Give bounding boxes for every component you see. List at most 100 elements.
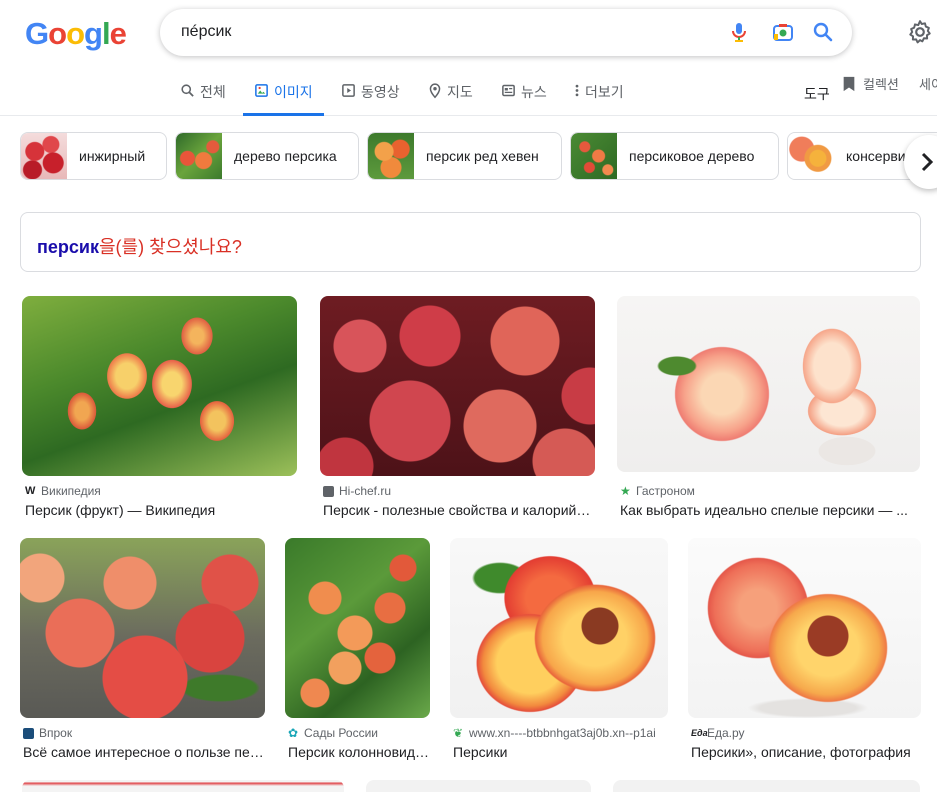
image-result-partial[interactable] xyxy=(613,780,920,792)
tab-bar: 전체 이미지 동영상 지도 뉴스 더보기 xyxy=(0,78,937,116)
image-result[interactable]: ❦ www.xn----btbbnhgat3aj0b.xn--p1ai Перси… xyxy=(450,538,668,768)
result-image[interactable] xyxy=(22,296,297,476)
image-result[interactable]: Впрок Всё самое интересное о пользе перс… xyxy=(20,538,265,768)
did-you-mean-box: персик을(를) 찾으셨나요? xyxy=(20,212,921,272)
result-title[interactable]: Персик - полезные свойства и калорийност… xyxy=(323,502,595,518)
chip-label: инжирный xyxy=(79,148,146,164)
map-pin-icon xyxy=(429,83,441,99)
safesearch-button[interactable]: 세이 xyxy=(919,74,937,93)
related-chip[interactable]: дерево персика xyxy=(175,132,359,180)
result-image[interactable] xyxy=(320,296,595,476)
result-title[interactable]: Всё самое интересное о пользе персиков xyxy=(23,744,265,760)
tab-label: 이미지 xyxy=(274,84,313,100)
image-result[interactable]: Eда Еда.ру Персики», описание, фотография xyxy=(688,538,921,768)
favicon-icon: W xyxy=(25,484,36,497)
result-source[interactable]: Впрок xyxy=(23,726,72,740)
google-logo[interactable]: Google xyxy=(25,16,127,51)
chip-label: дерево персика xyxy=(234,148,337,164)
tab-label: 더보기 xyxy=(585,84,624,100)
chip-thumbnail xyxy=(571,133,617,179)
source-name: Википедия xyxy=(41,484,101,498)
tab-label: 전체 xyxy=(200,84,226,100)
logo-letter: l xyxy=(101,16,111,51)
source-name: Hi-chef.ru xyxy=(339,484,392,498)
more-vert-icon xyxy=(575,84,579,97)
tab-images[interactable]: 이미지 xyxy=(243,82,324,116)
microphone-icon[interactable] xyxy=(727,20,751,44)
camera-lens-icon[interactable] xyxy=(771,20,795,44)
chip-thumbnail xyxy=(788,133,834,179)
image-result[interactable]: W Википедия Персик (фрукт) — Википедия xyxy=(22,296,297,526)
tab-news[interactable]: 뉴스 xyxy=(501,82,547,116)
image-result[interactable]: ✿ Сады России Персик колонновидный xyxy=(285,538,430,768)
tab-label: 지도 xyxy=(447,84,473,100)
source-name: Сады России xyxy=(304,726,378,740)
favicon-icon: ✿ xyxy=(288,725,299,740)
image-result[interactable]: ★ Гастроном Как выбрать идеально спелые п… xyxy=(617,296,920,526)
chip-label: персиковое дерево xyxy=(629,148,755,164)
collections-button[interactable]: 컬렉션 xyxy=(842,74,899,93)
result-source[interactable]: ★ Гастроном xyxy=(620,484,695,498)
logo-letter: o xyxy=(66,16,85,51)
source-name: Впрок xyxy=(39,726,73,740)
logo-letter: G xyxy=(25,16,49,51)
related-chip[interactable]: персик ред хевен xyxy=(367,132,562,180)
chip-label: персик ред хевен xyxy=(426,148,539,164)
logo-letter: e xyxy=(109,16,127,51)
favicon-icon: ❦ xyxy=(453,725,464,740)
favicon-icon: Eда xyxy=(691,727,708,738)
bookmark-icon xyxy=(843,76,855,91)
chip-thumbnail xyxy=(176,133,222,179)
search-icon xyxy=(181,84,194,97)
source-name: Гастроном xyxy=(636,484,695,498)
logo-letter: g xyxy=(84,16,103,51)
result-image[interactable] xyxy=(450,538,668,718)
tab-videos[interactable]: 동영상 xyxy=(341,82,400,116)
image-result-partial[interactable] xyxy=(22,780,344,792)
result-title[interactable]: Как выбрать идеально спелые персики — ..… xyxy=(620,502,918,518)
result-source[interactable]: ✿ Сады России xyxy=(288,726,378,740)
tab-more[interactable]: 더보기 xyxy=(574,82,624,116)
chevron-right-icon xyxy=(921,152,934,172)
result-source[interactable]: ❦ www.xn----btbbnhgat3aj0b.xn--p1ai xyxy=(453,726,656,740)
result-source[interactable]: W Википедия xyxy=(25,484,101,498)
result-source[interactable]: Eда Еда.ру xyxy=(691,726,745,740)
source-name: Еда.ру xyxy=(707,726,745,740)
image-result-partial[interactable] xyxy=(366,780,591,792)
result-source[interactable]: Hi-chef.ru xyxy=(323,484,391,498)
search-input[interactable]: пéрсик xyxy=(181,23,231,41)
collections-label: 컬렉션 xyxy=(863,77,899,92)
favicon-icon: ★ xyxy=(620,483,631,498)
related-chip[interactable]: инжирный xyxy=(20,132,167,180)
chip-thumbnail xyxy=(21,133,67,179)
result-title[interactable]: Персик колонновидный xyxy=(288,744,430,760)
did-you-mean-suffix: 을(를) 찾으셨나요? xyxy=(98,237,242,257)
search-box[interactable]: пéрсик xyxy=(160,9,852,56)
tab-maps[interactable]: 지도 xyxy=(428,82,473,116)
result-image[interactable] xyxy=(20,538,265,718)
result-title[interactable]: Персик (фрукт) — Википедия xyxy=(25,502,297,518)
tab-label: 뉴스 xyxy=(521,84,547,100)
image-result[interactable]: Hi-chef.ru Персик - полезные свойства и … xyxy=(320,296,595,526)
did-you-mean-text: персик을(를) 찾으셨나요? xyxy=(37,233,242,259)
logo-letter: o xyxy=(48,16,67,51)
video-icon xyxy=(342,84,355,97)
suggested-query-link[interactable]: персик xyxy=(37,237,99,257)
result-image[interactable] xyxy=(285,538,430,718)
search-icon[interactable] xyxy=(811,20,835,44)
result-title[interactable]: Персики», описание, фотография xyxy=(691,744,921,760)
news-icon xyxy=(502,84,515,97)
chip-thumbnail xyxy=(368,133,414,179)
related-chip[interactable]: персиковое дерево xyxy=(570,132,779,180)
tab-all[interactable]: 전체 xyxy=(180,82,226,116)
favicon-icon xyxy=(323,485,334,497)
tab-label: 동영상 xyxy=(361,84,400,100)
gear-icon[interactable] xyxy=(907,19,933,45)
result-image[interactable] xyxy=(617,296,920,472)
result-title[interactable]: Персики xyxy=(453,744,668,760)
result-image[interactable] xyxy=(688,538,921,718)
favicon-icon xyxy=(23,727,34,739)
tools-button[interactable]: 도구 xyxy=(804,84,830,104)
source-name: www.xn----btbbnhgat3aj0b.xn--p1ai xyxy=(469,726,656,740)
image-icon xyxy=(255,84,268,97)
